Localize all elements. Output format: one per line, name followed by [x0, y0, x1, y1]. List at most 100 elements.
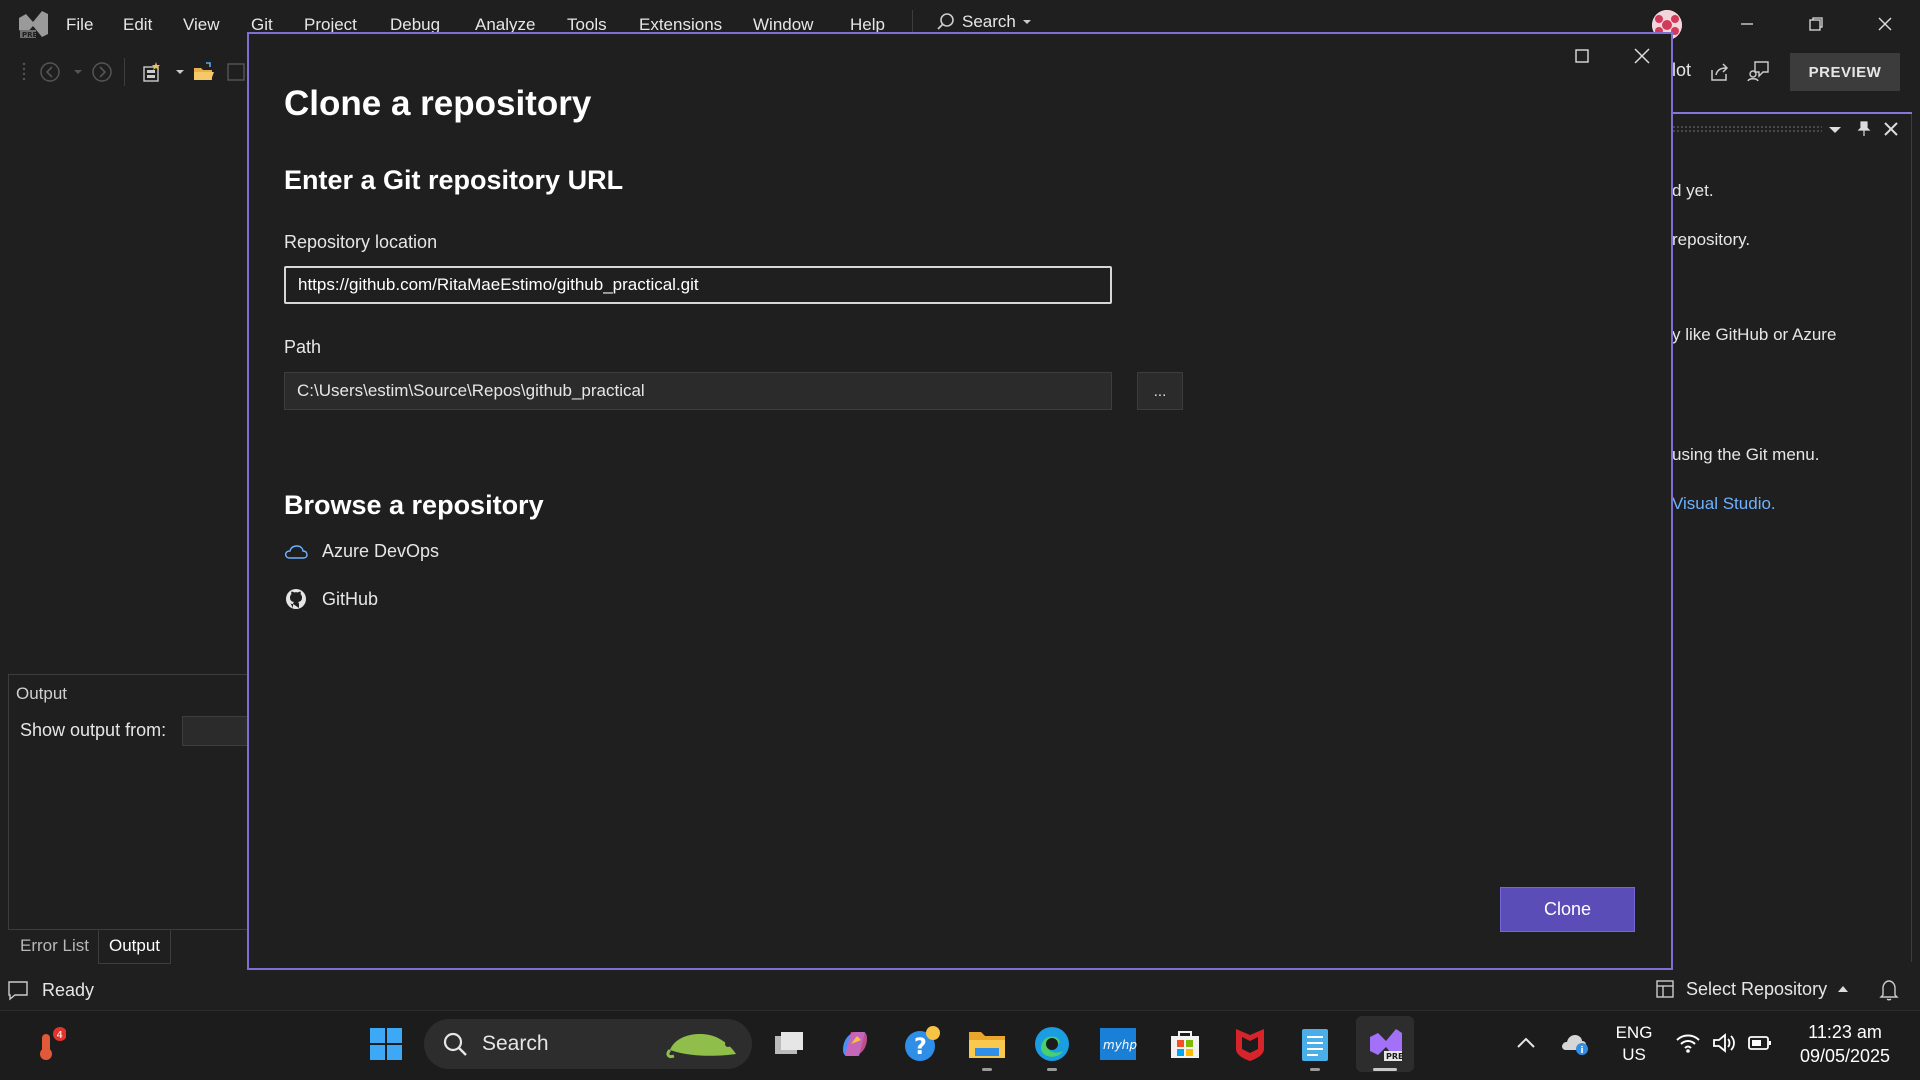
panel-drag-handle[interactable] — [1672, 125, 1822, 133]
volume-icon[interactable] — [1711, 1031, 1737, 1055]
notification-count-badge: 4 — [57, 1030, 63, 1041]
show-hidden-icons-chevron-icon[interactable] — [1515, 1033, 1537, 1053]
clone-button[interactable]: Clone — [1500, 887, 1635, 932]
save-icon[interactable] — [224, 60, 248, 84]
mcafee-app[interactable] — [1228, 1022, 1272, 1066]
copilot-app[interactable] — [833, 1022, 877, 1066]
weather-widget[interactable]: 4 — [26, 1022, 70, 1066]
pin-icon[interactable] — [1855, 120, 1873, 138]
repository-location-input[interactable] — [284, 266, 1112, 304]
get-help-app[interactable]: ? — [900, 1022, 944, 1066]
back-dropdown-icon[interactable] — [66, 60, 90, 84]
onedrive-status-icon[interactable]: i — [1560, 1030, 1590, 1056]
top-search-box[interactable]: Search — [936, 12, 1032, 32]
output-panel — [8, 674, 248, 930]
task-view-button[interactable] — [767, 1022, 811, 1066]
path-input[interactable] — [284, 372, 1112, 410]
windows-logo-icon — [370, 1028, 402, 1060]
minimize-icon — [1741, 23, 1753, 25]
running-indicator — [982, 1068, 992, 1071]
taskbar-search-label: Search — [482, 1032, 549, 1055]
thermometer-icon: 4 — [40, 1027, 66, 1060]
notepad-app[interactable] — [1293, 1022, 1337, 1066]
menu-edit[interactable]: Edit — [123, 15, 152, 35]
github-icon — [286, 589, 306, 609]
select-repository-button[interactable]: Select Repository — [1654, 978, 1849, 1000]
wifi-icon[interactable] — [1675, 1031, 1701, 1055]
github-link[interactable]: GitHub — [284, 587, 378, 611]
svg-text:?: ? — [914, 1035, 927, 1060]
search-icon — [443, 1032, 467, 1056]
azure-devops-label: Azure DevOps — [322, 541, 440, 561]
notepad-icon — [1302, 1029, 1328, 1061]
notification-bell-icon[interactable] — [1878, 978, 1900, 1002]
repository-icon — [1656, 980, 1674, 998]
visual-studio-taskbar-app[interactable]: PRE — [1356, 1016, 1414, 1072]
dialog-close-button[interactable] — [1627, 44, 1657, 68]
file-explorer-app[interactable] — [965, 1022, 1009, 1066]
microsoft-store-app[interactable] — [1163, 1022, 1207, 1066]
panel-link[interactable]: Visual Studio. — [1672, 494, 1776, 514]
visual-studio-icon: PRE — [1370, 1029, 1404, 1061]
maximize-icon — [1575, 49, 1589, 63]
output-source-select[interactable] — [182, 716, 248, 746]
running-indicator — [1047, 1068, 1057, 1071]
svg-text:PRE: PRE — [1386, 1052, 1404, 1061]
running-indicator — [1310, 1068, 1320, 1071]
clock-time: 11:23 am — [1808, 1022, 1882, 1042]
preview-button[interactable]: PREVIEW — [1790, 53, 1900, 91]
mcafee-shield-icon — [1236, 1029, 1264, 1061]
battery-icon[interactable] — [1747, 1033, 1773, 1053]
status-message-icon — [8, 981, 28, 1001]
panel-text-line: using the Git menu. — [1672, 445, 1820, 464]
navigate-back-icon[interactable] — [38, 60, 62, 84]
panel-text-line: repository. — [1672, 230, 1751, 249]
panel-close-icon[interactable] — [1882, 120, 1900, 138]
keyboard-layout-code: US — [1622, 1045, 1646, 1064]
window-restore-button[interactable] — [1800, 10, 1832, 38]
browse-path-button[interactable]: ... — [1137, 372, 1183, 410]
dialog-maximize-button[interactable] — [1567, 44, 1597, 68]
tab-error-list[interactable]: Error List — [10, 930, 99, 964]
share-icon[interactable] — [1708, 60, 1732, 84]
select-repository-label: Select Repository — [1686, 978, 1828, 999]
window-minimize-button[interactable] — [1731, 10, 1763, 38]
language-code: ENG — [1615, 1023, 1653, 1042]
new-project-icon[interactable] — [140, 60, 164, 84]
window-close-button[interactable] — [1869, 10, 1901, 38]
start-button[interactable] — [364, 1022, 408, 1066]
input-language-indicator[interactable]: ENG US — [1612, 1022, 1656, 1066]
status-ready: Ready — [42, 980, 95, 1000]
folder-icon — [969, 1032, 1005, 1058]
taskbar-search[interactable]: Search — [424, 1019, 752, 1069]
svg-text:i: i — [1581, 1046, 1584, 1056]
edge-browser-app[interactable] — [1030, 1022, 1074, 1066]
menu-file[interactable]: File — [66, 15, 93, 35]
close-icon — [1634, 48, 1650, 64]
clock-date: 09/05/2025 — [1799, 1046, 1891, 1066]
panel-options-chevron-icon[interactable] — [1826, 121, 1844, 139]
open-folder-icon[interactable] — [192, 60, 216, 84]
tab-output[interactable]: Output — [98, 930, 172, 964]
chevron-down-icon — [1022, 20, 1031, 24]
new-project-dropdown-icon[interactable] — [168, 60, 192, 84]
myhp-app[interactable]: myhp — [1096, 1022, 1140, 1066]
navigate-forward-icon[interactable] — [90, 60, 114, 84]
panel-text-line: y like GitHub or Azure — [1672, 325, 1837, 344]
clock[interactable]: 11:23 am 09/05/2025 — [1790, 1020, 1900, 1068]
visual-studio-logo-icon: PRE — [19, 11, 48, 39]
svg-text:PRE: PRE — [22, 31, 38, 39]
cloud-icon — [284, 544, 308, 559]
dialog-title: Clone a repository — [284, 84, 592, 123]
azure-devops-link[interactable]: Azure DevOps — [284, 541, 439, 562]
search-icon — [937, 13, 954, 30]
menu-view[interactable]: View — [183, 15, 220, 35]
toolbar-grip-icon — [22, 62, 26, 81]
copilot-label[interactable]: lot — [1672, 60, 1691, 81]
show-output-from-label: Show output from: — [20, 720, 167, 740]
restore-icon — [1809, 17, 1823, 31]
edge-icon — [1035, 1027, 1069, 1061]
myhp-icon: myhp — [1100, 1028, 1137, 1060]
feedback-icon[interactable] — [1747, 59, 1771, 83]
help-icon: ? — [905, 1026, 940, 1061]
